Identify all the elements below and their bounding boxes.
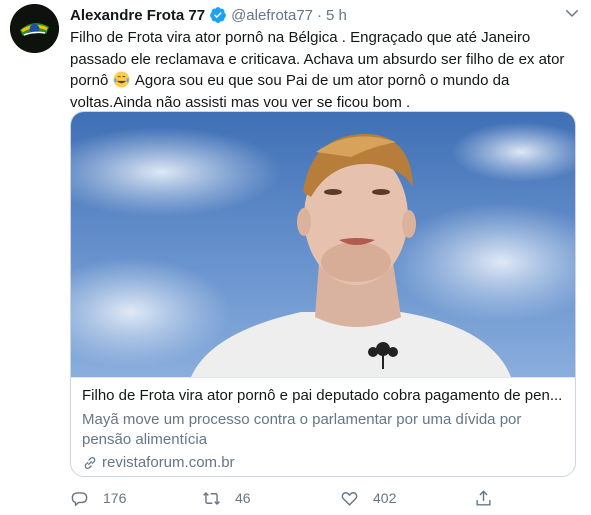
link-card[interactable]: Filho de Frota vira ator pornô e pai dep… xyxy=(70,111,576,477)
chevron-down-icon[interactable] xyxy=(563,4,581,22)
retweet-count: 46 xyxy=(235,490,251,506)
retweet-icon xyxy=(203,491,220,505)
card-title[interactable]: Filho de Frota vira ator pornô e pai dep… xyxy=(82,387,567,404)
display-name[interactable]: Alexandre Frota 77 xyxy=(70,7,205,24)
heart-icon xyxy=(341,491,358,506)
like-button[interactable]: 402 xyxy=(340,486,396,510)
separator: · xyxy=(317,6,323,24)
reply-count: 176 xyxy=(103,490,127,506)
link-icon xyxy=(84,456,96,469)
tweet-actions: 176 46 402 xyxy=(70,486,510,510)
avatar[interactable] xyxy=(10,4,59,53)
timestamp[interactable]: 5 h xyxy=(326,7,347,24)
card-domain-text: revistaforum.com.br xyxy=(102,454,235,471)
tweet[interactable]: Alexandre Frota 77 @alefrota77 · 5 h Fil… xyxy=(0,0,591,515)
avatar-logo-icon xyxy=(10,4,59,53)
reply-icon xyxy=(71,491,88,506)
retweet-button[interactable]: 46 xyxy=(202,486,251,510)
share-icon xyxy=(476,489,491,506)
face-with-tears-of-joy-icon xyxy=(113,71,130,88)
verified-badge-icon xyxy=(210,7,226,23)
tweet-text-part-2: Agora sou eu que sou Pai de um ator porn… xyxy=(70,72,510,111)
card-body[interactable]: Filho de Frota vira ator pornô e pai dep… xyxy=(71,377,575,476)
like-count: 402 xyxy=(373,490,397,506)
reply-button[interactable]: 176 xyxy=(70,486,126,510)
tweet-text: Filho de Frota vira ator pornô na Bélgic… xyxy=(70,27,575,113)
card-domain: revistaforum.com.br xyxy=(82,454,235,471)
card-image[interactable] xyxy=(71,112,575,377)
tweet-header: Alexandre Frota 77 @alefrota77 · 5 h xyxy=(70,5,579,25)
card-description: Mayã move um processo contra o parlament… xyxy=(82,411,522,448)
share-button[interactable] xyxy=(474,486,493,510)
handle[interactable]: @alefrota77 xyxy=(231,7,313,24)
